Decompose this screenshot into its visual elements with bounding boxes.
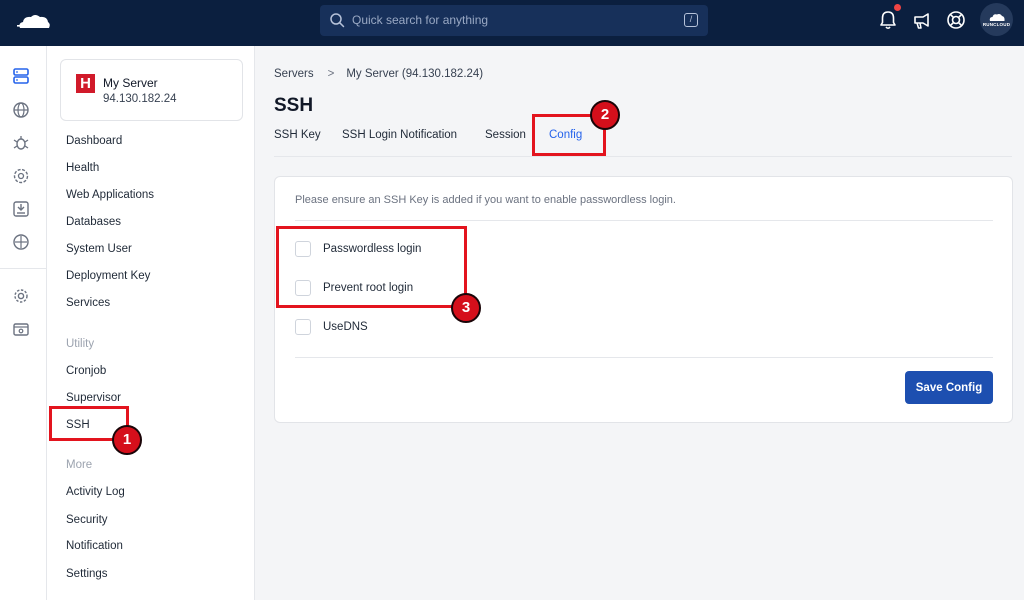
icon-rail [0, 46, 47, 600]
breadcrumb-current[interactable]: My Server (94.130.182.24) [346, 68, 483, 80]
rail-divider [0, 268, 46, 269]
help-lifebuoy-icon[interactable] [945, 9, 967, 31]
server-card[interactable]: H My Server 94.130.182.24 [60, 59, 243, 121]
hetzner-logo-icon: H [76, 74, 95, 93]
tab-ssh-key[interactable]: SSH Key [274, 129, 321, 141]
sidebar-item-web-applications[interactable]: Web Applications [66, 189, 154, 201]
page-title: SSH [274, 95, 314, 116]
settings-gear-icon[interactable] [12, 287, 30, 305]
breadcrumb-servers-link[interactable]: Servers [274, 68, 314, 80]
sidebar-item-services[interactable]: Services [66, 297, 110, 309]
ssh-key-notice: Please ensure an SSH Key is added if you… [295, 194, 676, 206]
breadcrumb-chevron-icon: > [327, 68, 335, 80]
servers-icon[interactable] [12, 67, 30, 85]
server-name: My Server [103, 76, 158, 90]
notification-dot [894, 4, 901, 11]
sidebar-item-deployment-key[interactable]: Deployment Key [66, 270, 150, 282]
tab-session[interactable]: Session [485, 129, 526, 141]
sidebar-item-system-user[interactable]: System User [66, 243, 132, 255]
globe-icon[interactable] [12, 101, 30, 119]
server-sidebar: H My Server 94.130.182.24 Dashboard Heal… [47, 46, 255, 600]
search-icon [330, 13, 345, 28]
sidebar-item-dashboard[interactable]: Dashboard [66, 135, 122, 147]
announcement-icon[interactable] [911, 9, 933, 31]
annotation-badge-1: 1 [112, 425, 142, 455]
sidebar-item-notification[interactable]: Notification [66, 540, 123, 552]
tabs-divider [274, 156, 1012, 157]
annotation-badge-2: 2 [590, 100, 620, 130]
avatar-cloud-icon [989, 14, 1005, 21]
user-avatar[interactable]: RUNCLOUD [980, 3, 1013, 36]
sidebar-item-activity-log[interactable]: Activity Log [66, 486, 125, 498]
card-divider-bottom [295, 357, 993, 358]
sidebar-item-settings[interactable]: Settings [66, 568, 108, 580]
avatar-text: RUNCLOUD [982, 22, 1011, 27]
billing-icon[interactable] [12, 320, 30, 338]
save-config-button[interactable]: Save Config [905, 371, 993, 404]
tab-ssh-login-notification[interactable]: SSH Login Notification [342, 129, 457, 141]
annotation-badge-3: 3 [451, 293, 481, 323]
sidebar-item-supervisor[interactable]: Supervisor [66, 392, 121, 404]
sidebar-item-cronjob[interactable]: Cronjob [66, 365, 106, 377]
runcloud-logo-icon[interactable] [16, 12, 52, 32]
sidebar-item-security[interactable]: Security [66, 514, 108, 526]
top-bar: Quick search for anything / RUNCLOUD [0, 0, 1024, 46]
search-input[interactable]: Quick search for anything [352, 13, 488, 27]
backup-icon[interactable] [12, 200, 30, 218]
sidebar-item-health[interactable]: Health [66, 162, 99, 174]
bell-icon[interactable] [877, 9, 899, 31]
usedns-label[interactable]: UseDNS [323, 321, 368, 333]
integrations-icon[interactable] [12, 167, 30, 185]
annotation-box-3 [276, 226, 467, 308]
dns-icon[interactable] [12, 233, 30, 251]
sidebar-section-utility: Utility [66, 338, 95, 350]
card-divider-top [295, 220, 993, 221]
server-ip: 94.130.182.24 [103, 93, 177, 105]
sidebar-item-databases[interactable]: Databases [66, 216, 121, 228]
sidebar-section-more: More [66, 459, 93, 471]
usedns-checkbox[interactable] [295, 319, 311, 335]
breadcrumb: Servers > My Server (94.130.182.24) [274, 68, 483, 80]
bug-icon[interactable] [12, 134, 30, 152]
search-bar[interactable]: Quick search for anything / [320, 5, 708, 36]
search-shortcut-key: / [684, 13, 698, 27]
